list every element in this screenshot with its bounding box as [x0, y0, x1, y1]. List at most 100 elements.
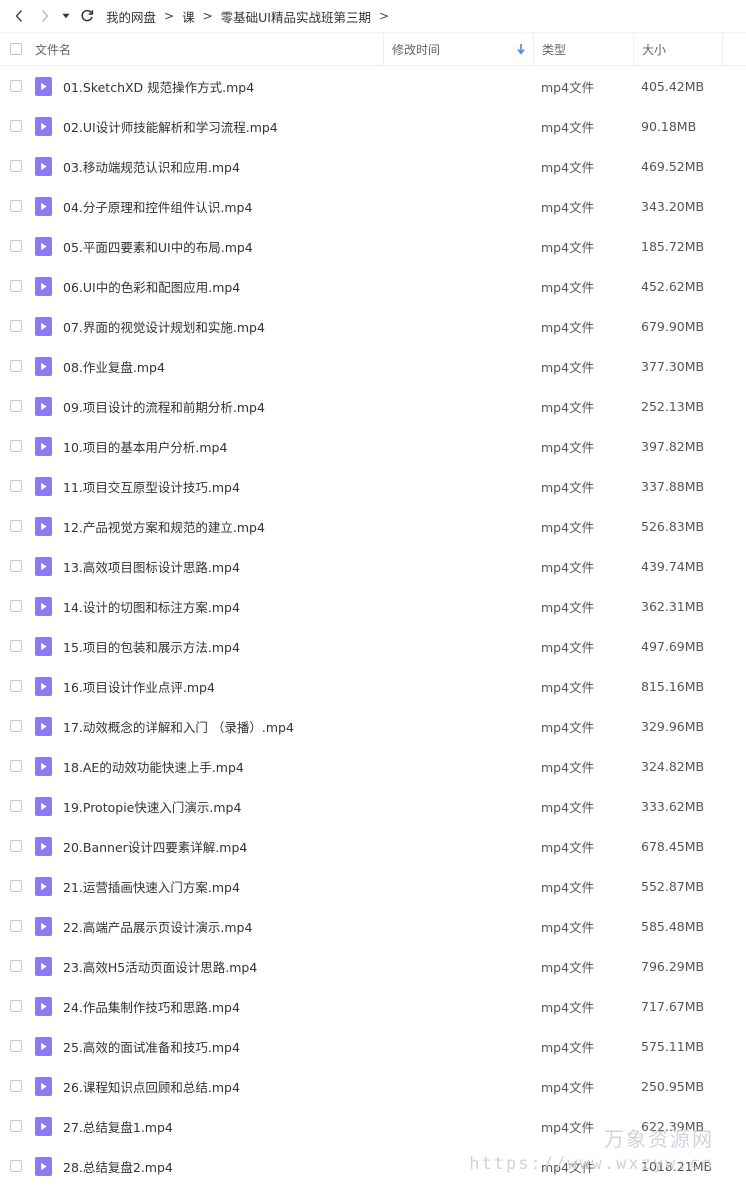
- file-row[interactable]: 13.高效项目图标设计思路.mp4 mp4文件 439.74MB: [0, 546, 746, 586]
- row-checkbox[interactable]: [9, 520, 22, 532]
- row-checkbox[interactable]: [9, 680, 22, 692]
- row-checkbox[interactable]: [9, 600, 22, 612]
- file-row[interactable]: 20.Banner设计四要素详解.mp4 mp4文件 678.45MB: [0, 826, 746, 866]
- column-header-size[interactable]: 大小: [633, 33, 723, 65]
- file-name[interactable]: 16.项目设计作业点评.mp4: [63, 677, 215, 696]
- file-name[interactable]: 02.UI设计师技能解析和学习流程.mp4: [63, 117, 278, 136]
- column-header-type[interactable]: 类型: [533, 33, 633, 65]
- column-header-name[interactable]: 文件名: [31, 41, 383, 58]
- file-row[interactable]: 25.高效的面试准备和技巧.mp4 mp4文件 575.11MB: [0, 1026, 746, 1066]
- row-checkbox[interactable]: [9, 440, 22, 452]
- file-row[interactable]: 16.项目设计作业点评.mp4 mp4文件 815.16MB: [0, 666, 746, 706]
- row-checkbox[interactable]: [9, 200, 22, 212]
- row-checkbox[interactable]: [9, 640, 22, 652]
- row-checkbox[interactable]: [9, 760, 22, 772]
- row-checkbox[interactable]: [9, 80, 22, 92]
- file-row[interactable]: 22.高端产品展示页设计演示.mp4 mp4文件 585.48MB: [0, 906, 746, 946]
- file-name[interactable]: 13.高效项目图标设计思路.mp4: [63, 557, 240, 576]
- file-row[interactable]: 01.SketchXD 规范操作方式.mp4 mp4文件 405.42MB: [0, 66, 746, 106]
- file-row[interactable]: 04.分子原理和控件组件认识.mp4 mp4文件 343.20MB: [0, 186, 746, 226]
- file-name[interactable]: 23.高效H5活动页面设计思路.mp4: [63, 957, 257, 976]
- file-name[interactable]: 10.项目的基本用户分析.mp4: [63, 437, 227, 456]
- row-checkbox[interactable]: [9, 1000, 22, 1012]
- row-checkbox[interactable]: [9, 1160, 22, 1172]
- file-name[interactable]: 01.SketchXD 规范操作方式.mp4: [63, 77, 254, 96]
- back-button[interactable]: [6, 3, 32, 29]
- row-checkbox[interactable]: [9, 240, 22, 252]
- file-name[interactable]: 17.动效概念的详解和入门 （录播）.mp4: [63, 717, 294, 736]
- row-checkbox[interactable]: [9, 360, 22, 372]
- file-row[interactable]: 27.总结复盘1.mp4 mp4文件 622.39MB: [0, 1106, 746, 1146]
- file-name[interactable]: 19.Protopie快速入门演示.mp4: [63, 797, 241, 816]
- file-name[interactable]: 25.高效的面试准备和技巧.mp4: [63, 1037, 240, 1056]
- row-checkbox[interactable]: [9, 880, 22, 892]
- row-checkbox[interactable]: [9, 160, 22, 172]
- file-row[interactable]: 26.课程知识点回顾和总结.mp4 mp4文件 250.95MB: [0, 1066, 746, 1106]
- file-row[interactable]: 28.总结复盘2.mp4 mp4文件 1018.21MB: [0, 1146, 746, 1186]
- breadcrumb-item[interactable]: 零基础UI精品实战班第三期: [221, 7, 371, 26]
- file-name[interactable]: 22.高端产品展示页设计演示.mp4: [63, 917, 252, 936]
- file-name[interactable]: 27.总结复盘1.mp4: [63, 1117, 173, 1136]
- file-name[interactable]: 24.作品集制作技巧和思路.mp4: [63, 997, 240, 1016]
- row-checkbox[interactable]: [9, 840, 22, 852]
- row-checkbox[interactable]: [9, 1080, 22, 1092]
- file-name[interactable]: 07.界面的视觉设计规划和实施.mp4: [63, 317, 265, 336]
- row-checkbox[interactable]: [9, 800, 22, 812]
- file-row[interactable]: 18.AE的动效功能快速上手.mp4 mp4文件 324.82MB: [0, 746, 746, 786]
- file-row[interactable]: 15.项目的包装和展示方法.mp4 mp4文件 497.69MB: [0, 626, 746, 666]
- file-row[interactable]: 09.项目设计的流程和前期分析.mp4 mp4文件 252.13MB: [0, 386, 746, 426]
- file-row[interactable]: 21.运营插画快速入门方案.mp4 mp4文件 552.87MB: [0, 866, 746, 906]
- video-file-icon: [35, 996, 52, 1016]
- refresh-button[interactable]: [74, 3, 100, 29]
- file-row[interactable]: 03.移动端规范认识和应用.mp4 mp4文件 469.52MB: [0, 146, 746, 186]
- file-name[interactable]: 18.AE的动效功能快速上手.mp4: [63, 757, 244, 776]
- select-all-checkbox[interactable]: [9, 43, 22, 55]
- row-checkbox[interactable]: [9, 480, 22, 492]
- file-name[interactable]: 06.UI中的色彩和配图应用.mp4: [63, 277, 240, 296]
- file-type: mp4文件: [541, 719, 595, 735]
- file-name[interactable]: 05.平面四要素和UI中的布局.mp4: [63, 237, 253, 256]
- row-checkbox[interactable]: [9, 1040, 22, 1052]
- file-name[interactable]: 12.产品视觉方案和规范的建立.mp4: [63, 517, 265, 536]
- file-row[interactable]: 19.Protopie快速入门演示.mp4 mp4文件 333.62MB: [0, 786, 746, 826]
- file-row[interactable]: 02.UI设计师技能解析和学习流程.mp4 mp4文件 90.18MB: [0, 106, 746, 146]
- file-row[interactable]: 05.平面四要素和UI中的布局.mp4 mp4文件 185.72MB: [0, 226, 746, 266]
- breadcrumb-item[interactable]: 我的网盘: [106, 7, 156, 26]
- file-row[interactable]: 10.项目的基本用户分析.mp4 mp4文件 397.82MB: [0, 426, 746, 466]
- file-row[interactable]: 24.作品集制作技巧和思路.mp4 mp4文件 717.67MB: [0, 986, 746, 1026]
- row-checkbox[interactable]: [9, 280, 22, 292]
- forward-button[interactable]: [32, 3, 58, 29]
- navigation-bar: 我的网盘 > 课 > 零基础UI精品实战班第三期 >: [0, 0, 746, 32]
- file-row[interactable]: 11.项目交互原型设计技巧.mp4 mp4文件 337.88MB: [0, 466, 746, 506]
- file-row[interactable]: 17.动效概念的详解和入门 （录播）.mp4 mp4文件 329.96MB: [0, 706, 746, 746]
- row-checkbox[interactable]: [9, 1120, 22, 1132]
- history-dropdown-button[interactable]: [58, 3, 74, 29]
- file-name[interactable]: 21.运营插画快速入门方案.mp4: [63, 877, 240, 896]
- row-checkbox[interactable]: [9, 120, 22, 132]
- file-name[interactable]: 26.课程知识点回顾和总结.mp4: [63, 1077, 240, 1096]
- file-name[interactable]: 04.分子原理和控件组件认识.mp4: [63, 197, 252, 216]
- file-name[interactable]: 20.Banner设计四要素详解.mp4: [63, 837, 247, 856]
- file-name[interactable]: 03.移动端规范认识和应用.mp4: [63, 157, 240, 176]
- file-row[interactable]: 14.设计的切图和标注方案.mp4 mp4文件 362.31MB: [0, 586, 746, 626]
- file-row[interactable]: 12.产品视觉方案和规范的建立.mp4 mp4文件 526.83MB: [0, 506, 746, 546]
- file-name[interactable]: 09.项目设计的流程和前期分析.mp4: [63, 397, 265, 416]
- file-name[interactable]: 15.项目的包装和展示方法.mp4: [63, 637, 240, 656]
- row-checkbox[interactable]: [9, 560, 22, 572]
- video-file-icon: [35, 596, 52, 616]
- breadcrumb-item[interactable]: 课: [182, 7, 195, 26]
- row-checkbox[interactable]: [9, 720, 22, 732]
- row-checkbox[interactable]: [9, 920, 22, 932]
- file-name[interactable]: 08.作业复盘.mp4: [63, 357, 165, 376]
- row-checkbox[interactable]: [9, 320, 22, 332]
- file-name[interactable]: 14.设计的切图和标注方案.mp4: [63, 597, 240, 616]
- file-row[interactable]: 07.界面的视觉设计规划和实施.mp4 mp4文件 679.90MB: [0, 306, 746, 346]
- file-row[interactable]: 23.高效H5活动页面设计思路.mp4 mp4文件 796.29MB: [0, 946, 746, 986]
- row-checkbox[interactable]: [9, 400, 22, 412]
- file-row[interactable]: 08.作业复盘.mp4 mp4文件 377.30MB: [0, 346, 746, 386]
- file-row[interactable]: 06.UI中的色彩和配图应用.mp4 mp4文件 452.62MB: [0, 266, 746, 306]
- file-name[interactable]: 28.总结复盘2.mp4: [63, 1157, 173, 1176]
- row-checkbox[interactable]: [9, 960, 22, 972]
- file-name[interactable]: 11.项目交互原型设计技巧.mp4: [63, 477, 240, 496]
- column-header-time[interactable]: 修改时间: [383, 33, 533, 65]
